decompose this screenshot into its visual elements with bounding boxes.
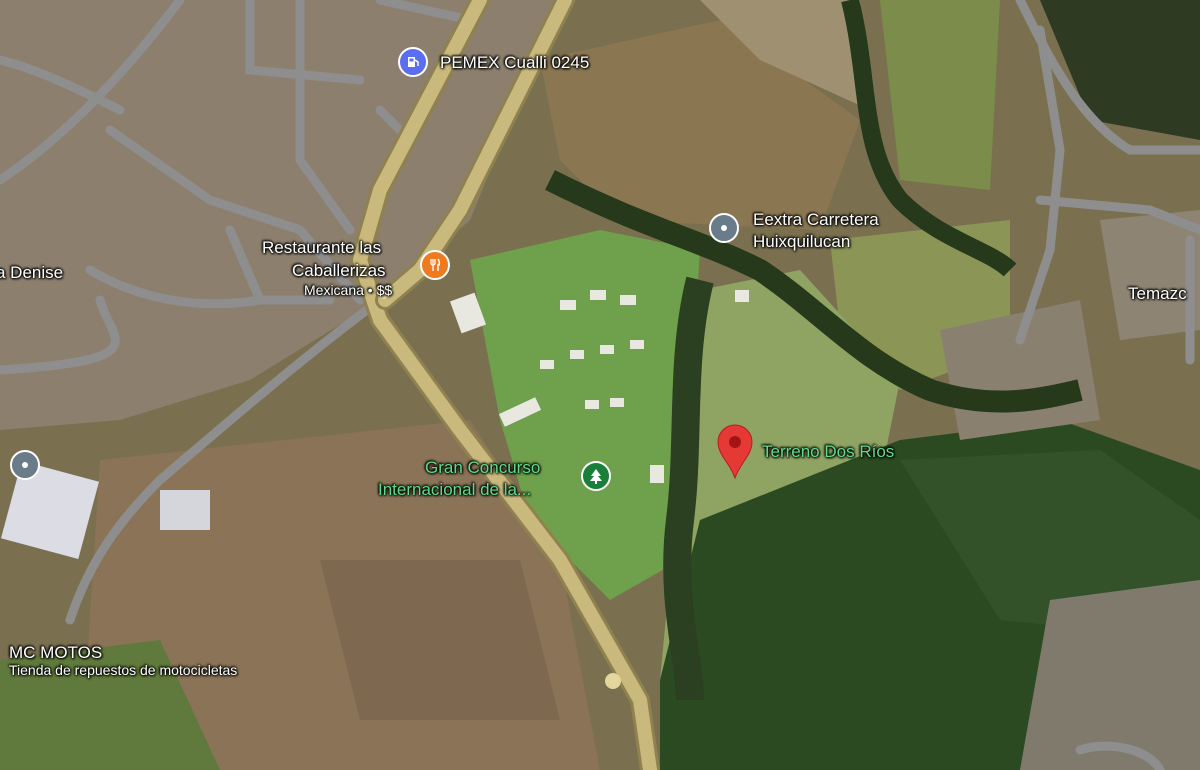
eextra-label-line2[interactable]: Huixquilucan — [753, 233, 850, 251]
mc-motos-subtitle: Tienda de repuestos de motocicletas — [9, 662, 238, 678]
restaurant-label-line2[interactable]: Caballerizas — [292, 262, 386, 280]
place-icon[interactable] — [709, 213, 739, 243]
park-tree-icon[interactable] — [581, 461, 611, 491]
map-pin-icon[interactable] — [716, 423, 754, 480]
gran-concurso-label-line2[interactable]: Internacional de la... — [378, 481, 531, 499]
mc-motos-label[interactable]: MC MOTOS — [9, 644, 102, 662]
gran-concurso-label-line1[interactable]: Gran Concurso — [425, 459, 540, 477]
map-canvas[interactable]: PEMEX Cualli 0245 Restaurante las Caball… — [0, 0, 1200, 770]
restaurant-subtitle: Mexicana • $$ — [304, 282, 393, 298]
restaurant-icon[interactable] — [420, 250, 450, 280]
gas-station-icon[interactable] — [398, 47, 428, 77]
eextra-label-line1[interactable]: Eextra Carretera — [753, 211, 879, 229]
restaurant-label-line1[interactable]: Restaurante las — [262, 239, 381, 257]
pemex-label[interactable]: PEMEX Cualli 0245 — [440, 54, 589, 72]
terreno-label[interactable]: Terreno Dos Ríos — [762, 443, 894, 461]
place-icon[interactable] — [10, 450, 40, 480]
satellite-imagery — [0, 0, 1200, 770]
denise-label[interactable]: a Denise — [0, 264, 63, 282]
temazc-label[interactable]: Temazc — [1128, 285, 1187, 303]
